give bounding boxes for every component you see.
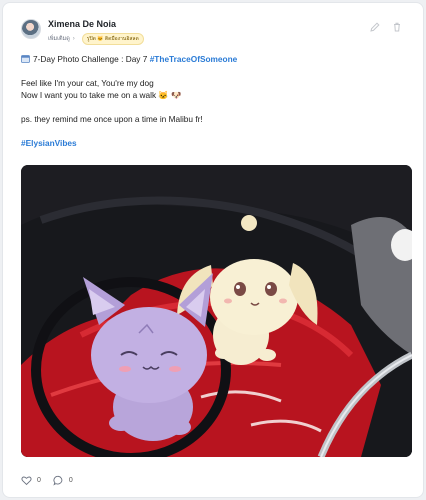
post-header: Ximena De Noia เพิ่มเติมดู › รูปิด 🐱 ติด… (21, 15, 409, 45)
comment-icon[interactable] (53, 475, 64, 486)
challenge-hashtag[interactable]: #TheTraceOfSomeone (150, 54, 238, 64)
post-meta: เพิ่มเติมดู › รูปิด 🐱 ติดมืองานอิสลด (48, 33, 144, 45)
post-photo[interactable] (21, 165, 412, 457)
avatar[interactable] (21, 19, 41, 39)
like-count: 0 (37, 477, 41, 484)
badge-label: รูปิด 🐱 ติดมืองานอิสลด (86, 36, 139, 42)
heart-icon[interactable] (21, 475, 32, 486)
community-badge[interactable]: รูปิด 🐱 ติดมืองานอิสลด (81, 33, 144, 45)
post-hashtag[interactable]: #ElysianVibes (21, 137, 411, 149)
body-line-3: ps. they remind me once upon a time in M… (21, 114, 203, 124)
body-line-2: Now I want you to take me on a walk 🐱 🐶 (21, 90, 182, 100)
comment-stat[interactable]: 0 (53, 475, 73, 486)
post-card: Ximena De Noia เพิ่มเติมดู › รูปิด 🐱 ติด… (2, 2, 424, 498)
challenge-text: 7-Day Photo Challenge : Day 7 (33, 54, 150, 64)
chevron-right-icon: › (72, 36, 75, 42)
challenge-line: 7-Day Photo Challenge : Day 7 #TheTraceO… (21, 53, 411, 65)
like-stat[interactable]: 0 (21, 475, 41, 486)
meta-label: เพิ่มเติมดู (48, 36, 70, 42)
calendar-icon (21, 55, 30, 63)
trash-icon[interactable] (391, 21, 403, 33)
comment-count: 0 (68, 477, 73, 484)
post-footer: 0 0 (21, 475, 85, 486)
post-actions (369, 21, 403, 33)
edit-icon[interactable] (369, 21, 381, 33)
plush-photo-illustration (21, 165, 412, 457)
author-name[interactable]: Ximena De Noia (48, 19, 116, 29)
post-body: 7-Day Photo Challenge : Day 7 #TheTraceO… (21, 53, 411, 149)
body-line-1: Feel like I'm your cat, You're my dog (21, 78, 154, 88)
